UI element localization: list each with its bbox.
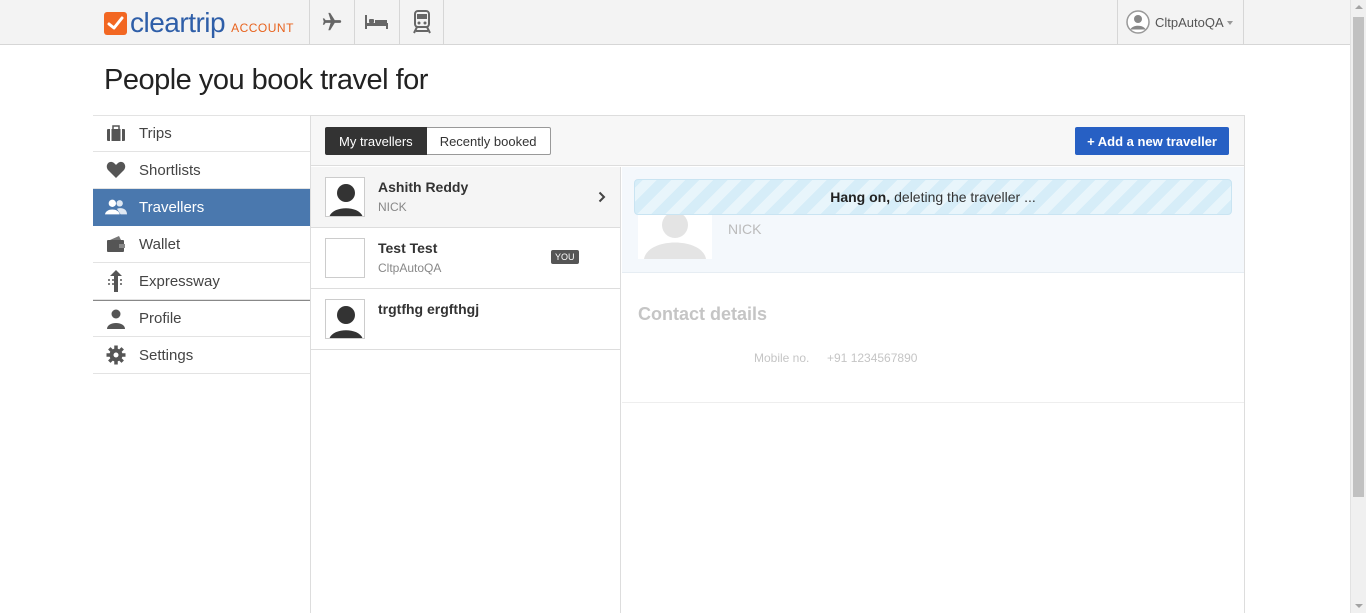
top-bar: cleartrip ACCOUNT CltpAutoQA	[0, 0, 1350, 45]
scrollbar[interactable]	[1350, 0, 1366, 613]
logo-subtitle: ACCOUNT	[231, 21, 294, 35]
you-badge: YOU	[551, 250, 579, 264]
list-item[interactable]: Ashith Reddy NICK	[311, 167, 620, 228]
traveller-detail: NICK Hang on, deleting the traveller ...…	[622, 167, 1244, 613]
sidebar-item-label: Profile	[139, 310, 182, 327]
scrollbar-thumb[interactable]	[1353, 17, 1364, 497]
chevron-down-icon	[1226, 20, 1233, 25]
avatar	[325, 238, 365, 278]
sidebar-item-wallet[interactable]: Wallet	[93, 226, 310, 263]
user-avatar-icon	[1126, 10, 1150, 34]
contact-details-heading: Contact details	[638, 304, 768, 324]
cleartrip-logo[interactable]: cleartrip ACCOUNT	[104, 7, 294, 39]
logo-check-icon	[104, 11, 127, 35]
deleting-notice: Hang on, deleting the traveller ...	[634, 179, 1232, 215]
sidebar-item-trips[interactable]: Trips	[93, 115, 310, 152]
user-name: CltpAutoQA	[1155, 14, 1224, 30]
sidebar-item-label: Shortlists	[139, 161, 201, 179]
app: cleartrip ACCOUNT CltpAutoQA People you …	[0, 0, 1366, 613]
mobile-label: Mobile no.	[754, 351, 810, 365]
divider	[622, 402, 1244, 403]
person-icon	[105, 308, 127, 330]
sidebar-item-settings[interactable]: Settings	[93, 337, 310, 374]
train-icon[interactable]	[399, 0, 444, 44]
briefcase-icon	[105, 123, 127, 145]
detail-header: NICK Hang on, deleting the traveller ...	[622, 167, 1244, 273]
traveller-name: Ashith Reddy	[378, 179, 469, 195]
travellers-panel: My travellers Recently booked + Add a ne…	[310, 115, 1245, 613]
notice-text: deleting the traveller ...	[894, 189, 1036, 205]
traveller-tabs: My travellers Recently booked	[325, 127, 551, 155]
sidebar-item-label: Trips	[139, 125, 172, 142]
gear-icon	[105, 344, 127, 366]
chevron-right-icon	[598, 191, 606, 203]
panel-header: My travellers Recently booked + Add a ne…	[311, 116, 1244, 166]
sidebar-item-travellers[interactable]: Travellers	[93, 189, 310, 226]
mobile-value: +91 1234567890	[827, 351, 918, 365]
avatar	[325, 299, 365, 339]
heart-icon	[105, 159, 127, 181]
add-traveller-button[interactable]: + Add a new traveller	[1075, 127, 1229, 155]
sidebar-item-profile[interactable]: Profile	[93, 300, 310, 337]
traveller-subtitle: NICK	[378, 200, 407, 214]
page-title: People you book travel for	[104, 64, 428, 96]
wallet-icon	[105, 233, 127, 255]
logo-text: cleartrip	[130, 7, 226, 38]
sidebar-item-shortlists[interactable]: Shortlists	[93, 152, 310, 189]
sidebar-item-label: Expressway	[139, 272, 220, 290]
traveller-subtitle: CltpAutoQA	[378, 261, 442, 275]
sidebar-item-label: Settings	[139, 346, 194, 364]
sidebar-item-label: Wallet	[139, 235, 181, 253]
traveller-name: Test Test	[378, 240, 438, 256]
people-icon	[105, 196, 127, 218]
list-item[interactable]: Test Test CltpAutoQA YOU	[311, 228, 620, 289]
scroll-up-arrow-icon[interactable]	[1355, 5, 1363, 9]
sidebar-item-expressway[interactable]: Expressway	[93, 263, 310, 300]
detail-nickname: NICK	[728, 221, 762, 237]
scroll-down-arrow-icon[interactable]	[1355, 604, 1363, 608]
tab-recently-booked[interactable]: Recently booked	[426, 127, 551, 155]
hotel-icon[interactable]	[354, 0, 399, 44]
notice-bold: Hang on,	[830, 189, 891, 205]
sidebar-item-label: Travellers	[139, 198, 205, 216]
flight-icon[interactable]	[309, 0, 354, 44]
sidebar: Trips Shortlists Travellers Wallet Expre…	[93, 115, 310, 374]
avatar	[325, 177, 365, 217]
traveller-name: trgtfhg ergfthgj	[378, 301, 480, 317]
traveller-list: Ashith Reddy NICK Test Test CltpAutoQA Y…	[311, 167, 621, 613]
expressway-icon	[105, 270, 127, 292]
tab-my-travellers[interactable]: My travellers	[325, 127, 427, 155]
list-item[interactable]: trgtfhg ergfthgj	[311, 289, 620, 350]
user-menu[interactable]: CltpAutoQA	[1117, 0, 1244, 44]
